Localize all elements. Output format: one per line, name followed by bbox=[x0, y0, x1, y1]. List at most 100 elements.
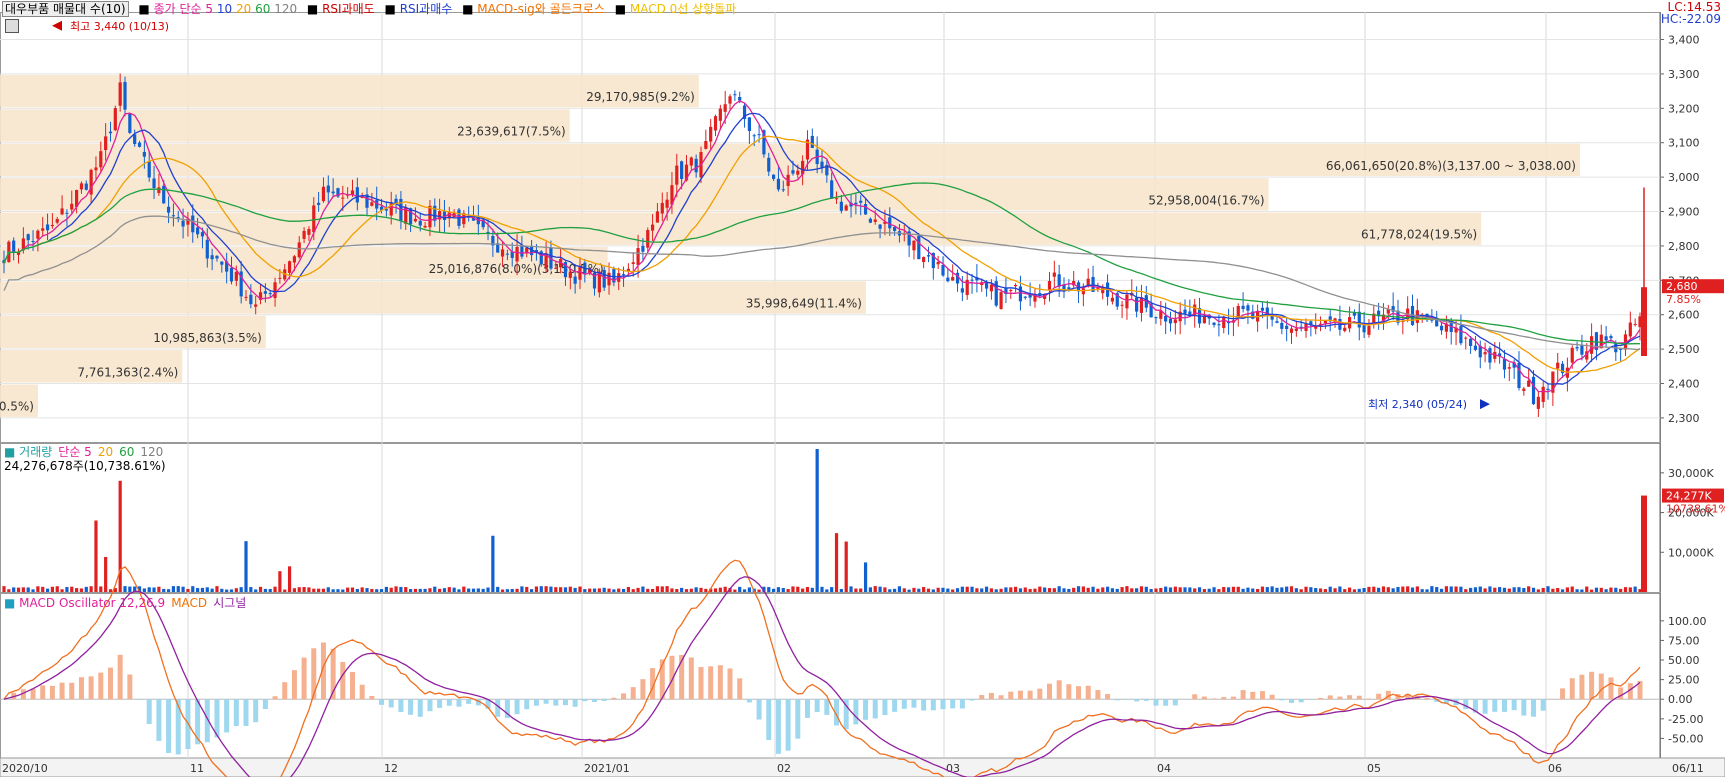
volume-bar bbox=[917, 588, 921, 592]
volume-bar bbox=[1043, 587, 1047, 592]
macd-oscillator-bar bbox=[1579, 674, 1585, 700]
volume-bar bbox=[1164, 586, 1168, 592]
candle-body bbox=[1628, 322, 1632, 337]
candle-body bbox=[936, 261, 940, 265]
macd-oscillator-bar bbox=[1008, 691, 1014, 700]
table-icon[interactable] bbox=[5, 19, 19, 33]
price-tick-label: 3,000 bbox=[1668, 171, 1700, 184]
candle-body bbox=[321, 186, 326, 202]
volume-info: 24,276,678주(10,738.61%) bbox=[4, 459, 166, 473]
candle-body bbox=[1546, 388, 1550, 390]
macd-oscillator-bar bbox=[88, 676, 94, 700]
macd-oscillator-bar bbox=[892, 699, 898, 712]
macd-tick-label: 100.00 bbox=[1668, 615, 1707, 628]
volume-bar bbox=[883, 587, 887, 592]
candle-body bbox=[268, 293, 272, 295]
volume-bar bbox=[873, 586, 877, 592]
volume-bar bbox=[1551, 588, 1555, 592]
volume-bar bbox=[534, 586, 539, 592]
macd-oscillator-bar bbox=[1589, 671, 1595, 700]
last-price-label: 2,680 bbox=[1666, 280, 1698, 293]
volume-bar bbox=[1589, 589, 1594, 592]
macd-oscillator-bar bbox=[156, 699, 162, 741]
candle-body bbox=[1260, 307, 1265, 311]
candle-body bbox=[1468, 338, 1473, 347]
volume-bar bbox=[1004, 587, 1008, 592]
volume-bar bbox=[1154, 588, 1158, 592]
candle-body bbox=[1222, 316, 1226, 328]
x-tick-label: 2020/10 bbox=[2, 762, 48, 775]
stock-chart[interactable]: 2020/10 11 12 2021/01 02 03 04 05 06 06/112,3002,… bbox=[0, 0, 1725, 777]
volume-bar bbox=[1439, 588, 1444, 592]
candle-body bbox=[1464, 337, 1468, 339]
macd-oscillator-bar bbox=[746, 699, 752, 703]
volume-bar bbox=[1120, 587, 1124, 592]
macd-oscillator-bar bbox=[543, 699, 549, 704]
volume-bar bbox=[1139, 586, 1144, 592]
volume-bar bbox=[258, 586, 263, 592]
volume-bar bbox=[157, 586, 161, 592]
volume-bar bbox=[176, 586, 180, 592]
volume-bar bbox=[355, 588, 359, 592]
macd-oscillator-bar bbox=[1279, 699, 1285, 701]
candle-body bbox=[249, 294, 253, 305]
volume-bar bbox=[1178, 587, 1182, 592]
volume-bar bbox=[665, 586, 669, 592]
macd-oscillator-bar bbox=[1201, 696, 1207, 700]
candle-body bbox=[26, 234, 30, 241]
candle-body bbox=[162, 185, 166, 204]
volume-bar bbox=[931, 589, 935, 592]
volume-bar bbox=[680, 587, 684, 592]
volume-bar bbox=[1222, 586, 1226, 592]
volume-bar bbox=[1309, 587, 1313, 592]
macd-oscillator-bar bbox=[911, 699, 917, 708]
candle-body bbox=[854, 202, 858, 205]
volume-bar bbox=[1425, 589, 1429, 592]
volume-bar bbox=[1091, 586, 1095, 592]
candle-body bbox=[1135, 297, 1139, 312]
volume-bar bbox=[244, 541, 248, 592]
volume-bar bbox=[1430, 586, 1434, 592]
candle-body bbox=[60, 208, 64, 215]
volume-bar bbox=[1105, 586, 1110, 592]
candle-body bbox=[960, 288, 964, 293]
price-tick-label: 3,200 bbox=[1668, 102, 1700, 115]
volume-bar bbox=[1038, 586, 1042, 592]
macd-oscillator-bar bbox=[611, 697, 617, 700]
stock-name-box[interactable]: 대우부품 매물대 수(10) bbox=[2, 1, 129, 17]
candle-body bbox=[1531, 376, 1536, 405]
candle-body bbox=[888, 217, 892, 229]
candle-body bbox=[738, 96, 742, 101]
volume-bar bbox=[1023, 587, 1027, 592]
candle-body bbox=[137, 142, 142, 147]
macd-tick-label: 25.00 bbox=[1668, 674, 1700, 687]
volume-bar bbox=[781, 588, 785, 592]
volume-bar bbox=[1130, 588, 1134, 592]
volume-bar bbox=[1420, 589, 1424, 592]
candle-body bbox=[1101, 287, 1105, 294]
volume-bar bbox=[767, 587, 771, 592]
candle-body bbox=[989, 284, 994, 292]
candle-body bbox=[709, 126, 713, 142]
macd-oscillator-bar bbox=[117, 654, 123, 700]
volume-profile-label: 1,728,071(0.5%) bbox=[0, 400, 34, 414]
volume-bar bbox=[283, 589, 287, 592]
macd-oscillator-bar bbox=[1598, 673, 1604, 700]
macd-oscillator-bar bbox=[514, 699, 520, 715]
candle-body bbox=[1580, 345, 1584, 355]
volume-bar bbox=[500, 589, 505, 592]
volume-bar bbox=[287, 566, 292, 592]
volume-bar bbox=[1144, 586, 1148, 592]
volume-bar bbox=[539, 586, 543, 592]
volume-bar bbox=[868, 587, 873, 592]
candle-body bbox=[263, 291, 267, 294]
volume-bar bbox=[2, 586, 6, 592]
volume-bar bbox=[718, 587, 722, 592]
volume-bar bbox=[849, 586, 853, 592]
low-annotation: 최저 2,340 (05/24) bbox=[1368, 398, 1467, 411]
macd-oscillator-bar bbox=[601, 699, 607, 701]
volume-bar bbox=[621, 588, 626, 592]
volume-profile-label: 7,761,363(2.4%) bbox=[77, 365, 178, 379]
macd-oscillator-bar bbox=[592, 699, 598, 702]
volume-bar bbox=[239, 587, 243, 592]
